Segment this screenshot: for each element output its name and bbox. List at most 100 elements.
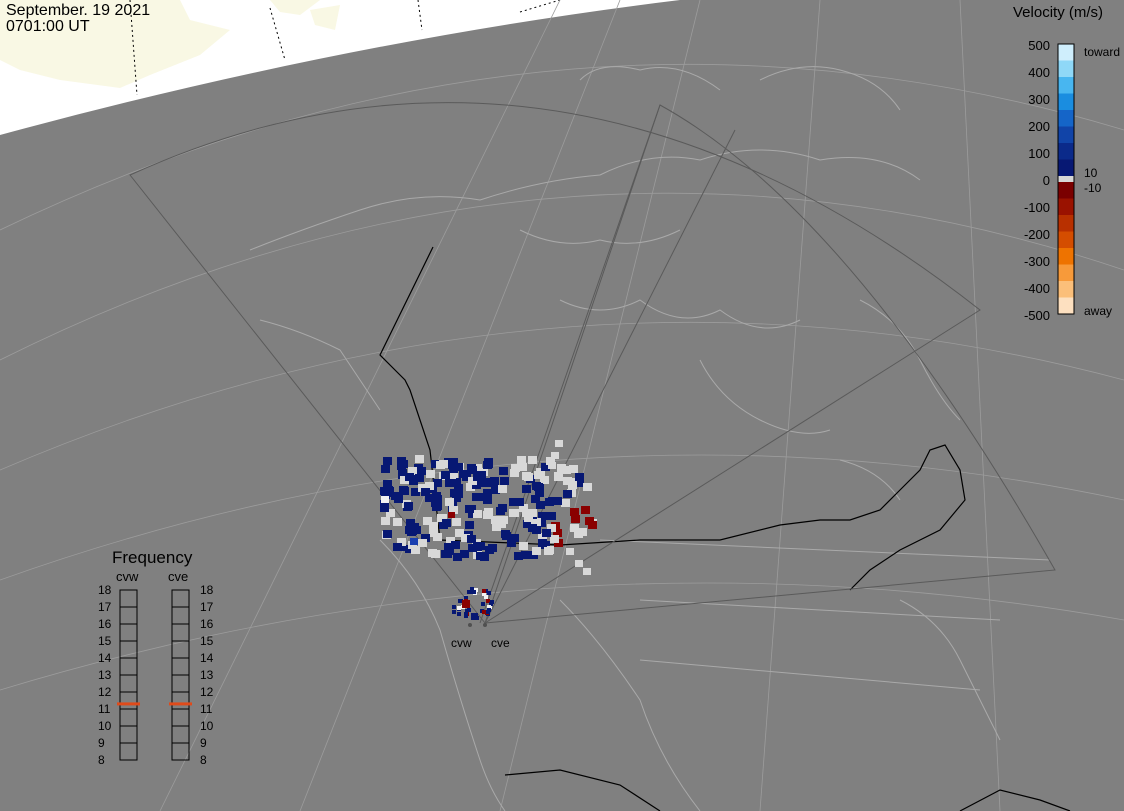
frequency-box-cvw-cell bbox=[119, 623, 138, 642]
echo-cell bbox=[563, 477, 572, 485]
scatter-echoes bbox=[380, 440, 597, 620]
echo-cell bbox=[490, 600, 494, 604]
echo-cell bbox=[432, 492, 441, 500]
echo-cell bbox=[532, 547, 541, 555]
colorbar-tick: -100 bbox=[1023, 200, 1050, 215]
frequency-tick: 15 bbox=[98, 634, 112, 648]
echo-cell bbox=[468, 544, 477, 552]
echo-cell bbox=[514, 552, 523, 560]
colorbar-tick: 0 bbox=[1042, 173, 1050, 188]
frequency-tick: 12 bbox=[200, 685, 214, 699]
echo-cell bbox=[484, 458, 493, 466]
echo-cell bbox=[532, 482, 541, 490]
echo-cell bbox=[400, 487, 409, 495]
positive-threshold: 10 bbox=[1084, 166, 1098, 180]
colorbar-segment bbox=[1058, 231, 1074, 249]
frequency-tick: 15 bbox=[200, 634, 214, 648]
echo-cell bbox=[383, 530, 392, 538]
frequency-box-cvw-cell bbox=[119, 725, 138, 744]
echo-cell bbox=[394, 495, 403, 503]
frequency-tick: 16 bbox=[98, 617, 112, 631]
echo-cell bbox=[561, 499, 570, 507]
echo-cell bbox=[498, 485, 507, 493]
frequency-radar-cve: cve bbox=[168, 569, 189, 584]
echo-cell bbox=[487, 608, 491, 612]
frequency-marker bbox=[117, 702, 140, 706]
frequency-box-cvw-cell bbox=[119, 691, 138, 710]
echo-cell bbox=[421, 488, 430, 496]
echo-cell bbox=[452, 610, 456, 614]
colorbar-segment bbox=[1058, 198, 1074, 216]
echo-cell bbox=[563, 490, 572, 498]
frequency-tick: 8 bbox=[200, 753, 207, 767]
echo-cell bbox=[415, 455, 424, 463]
echo-cell bbox=[575, 473, 584, 481]
echo-cell bbox=[534, 471, 543, 479]
frequency-panel bbox=[117, 589, 192, 761]
frequency-box-cvw-cell bbox=[119, 657, 138, 676]
echo-cell bbox=[462, 600, 470, 608]
echo-cell bbox=[575, 560, 583, 567]
echo-cell bbox=[501, 530, 510, 538]
echo-cell bbox=[519, 542, 528, 550]
echo-cell bbox=[510, 509, 519, 517]
echo-cell bbox=[473, 473, 482, 481]
echo-cell bbox=[490, 477, 499, 485]
colorbar-tick: 100 bbox=[1028, 146, 1050, 161]
colorbar-tick: 500 bbox=[1028, 38, 1050, 53]
echo-cell bbox=[499, 467, 508, 475]
colorbar-segment bbox=[1058, 215, 1074, 232]
colorbar-tick: -400 bbox=[1023, 281, 1050, 296]
echo-cell bbox=[507, 539, 516, 547]
echo-cell bbox=[517, 456, 526, 464]
echo-cell bbox=[484, 508, 493, 516]
echo-cell bbox=[531, 495, 540, 503]
echo-cell bbox=[581, 506, 590, 514]
frequency-tick: 18 bbox=[200, 583, 214, 597]
echo-cell bbox=[448, 512, 455, 518]
colorbar-segment bbox=[1058, 297, 1074, 315]
echo-cell bbox=[515, 498, 524, 506]
colorbar-segment bbox=[1058, 182, 1074, 199]
coastlines bbox=[249, 66, 1051, 811]
echo-cell bbox=[383, 480, 392, 488]
echo-cell bbox=[453, 553, 462, 561]
echo-cell bbox=[553, 497, 562, 505]
frequency-box-cvw-cell bbox=[119, 742, 138, 761]
echo-cell bbox=[554, 473, 563, 481]
echo-cell bbox=[454, 484, 463, 492]
colorbar-segment bbox=[1058, 110, 1074, 127]
echo-cell bbox=[570, 524, 579, 532]
echo-cell bbox=[465, 505, 474, 513]
frequency-box-cvw-cell bbox=[119, 640, 138, 659]
echo-cell bbox=[542, 529, 551, 537]
echo-cell bbox=[555, 440, 563, 447]
echo-cell bbox=[417, 467, 426, 475]
echo-cell bbox=[457, 612, 461, 616]
borders bbox=[379, 246, 1071, 811]
echo-cell bbox=[397, 462, 406, 470]
colorbar-segment bbox=[1058, 159, 1074, 177]
frequency-tick: 17 bbox=[98, 600, 112, 614]
echo-cell bbox=[491, 516, 500, 524]
echo-cell bbox=[522, 485, 531, 493]
echo-cell bbox=[381, 517, 390, 525]
echo-cell bbox=[473, 510, 482, 518]
colorbar-tick: 300 bbox=[1028, 92, 1050, 107]
echo-cell bbox=[467, 608, 471, 612]
echo-cell bbox=[538, 539, 547, 547]
echo-cell bbox=[467, 535, 476, 543]
frequency-box-cve-cell bbox=[171, 691, 190, 710]
echo-cell bbox=[467, 590, 471, 594]
echo-cell bbox=[472, 590, 476, 594]
frequency-box-cvw-cell bbox=[119, 606, 138, 625]
echo-cell bbox=[393, 518, 402, 526]
frequency-box-cvw-cell bbox=[119, 708, 138, 727]
echo-cell bbox=[433, 500, 442, 508]
away-label: away bbox=[1084, 304, 1113, 318]
frequency-tick: 16 bbox=[200, 617, 214, 631]
echo-cell bbox=[406, 519, 415, 527]
frequency-tick: 13 bbox=[200, 668, 214, 682]
echo-cell bbox=[496, 507, 505, 515]
echo-cell bbox=[423, 517, 432, 525]
